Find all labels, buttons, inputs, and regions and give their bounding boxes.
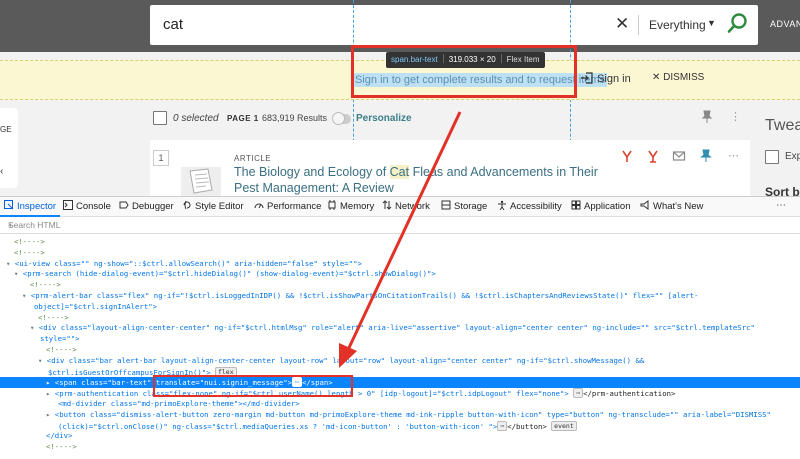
- result-title[interactable]: The Biology and Ecology of Cat Fleas and…: [234, 164, 604, 196]
- markup-line[interactable]: <md-divider class="md-primoExplore-theme…: [0, 399, 800, 410]
- sort-by-label: Sort b: [765, 185, 800, 196]
- annotation-box-element: [351, 45, 577, 98]
- markup-line[interactable]: ▾ <prm-alert-bar class="flex" ng-if="!$c…: [0, 291, 800, 302]
- select-all-checkbox[interactable]: [153, 111, 167, 125]
- dismiss-button[interactable]: ✕ DISMISS: [652, 72, 704, 83]
- pin-record-icon[interactable]: [699, 149, 713, 163]
- search-input[interactable]: cat: [163, 16, 183, 33]
- search-term-highlight: Cat: [389, 165, 410, 179]
- markup-line[interactable]: <!---->: [0, 313, 800, 324]
- markup-line[interactable]: ▾ <ui-view class="" ng-show="::$ctrl.all…: [0, 259, 800, 270]
- sign-in-icon: [581, 72, 593, 84]
- markup-line[interactable]: ▾ <div class="bar alert-bar layout-align…: [0, 356, 800, 367]
- storage-icon: [441, 200, 451, 210]
- more-options-icon[interactable]: ⋮: [730, 110, 741, 123]
- accessibility-icon: [498, 200, 506, 210]
- inspector-icon: [4, 200, 14, 210]
- network-icon: [382, 200, 392, 210]
- markup-line[interactable]: <!---->: [0, 345, 800, 356]
- markup-line[interactable]: object]="$ctrl.signInAlert">: [0, 302, 800, 313]
- html-search-field[interactable]: Search HTML +: [0, 218, 800, 234]
- markup-line[interactable]: ▸ <button class="dismiss-alert-button ze…: [0, 410, 800, 421]
- page-number: PAGE 1: [227, 114, 259, 123]
- web-page: cat ✕ Everything ▼ ADVANC Sign in to get…: [0, 0, 800, 196]
- tab-whats-new[interactable]: What's New: [640, 197, 703, 217]
- close-icon: ✕: [652, 72, 661, 83]
- left-panel-tab[interactable]: GE ‹: [0, 108, 18, 188]
- markup-line[interactable]: $ctrl.isGuestOrOffcampusForSignIn()"> fl…: [0, 366, 800, 378]
- dismiss-label: DISMISS: [663, 72, 705, 83]
- html-search-placeholder: Search HTML: [8, 220, 61, 230]
- tweak-panel-title: Tweak: [765, 117, 800, 134]
- tab-performance[interactable]: Performance: [254, 197, 321, 217]
- citation-trail-icon[interactable]: [620, 149, 634, 163]
- markup-line[interactable]: <!---->: [0, 248, 800, 259]
- memory-icon: [328, 200, 336, 210]
- more-actions-icon[interactable]: ⋯: [728, 149, 742, 163]
- selected-count: 0 selected: [173, 113, 219, 124]
- markup-line[interactable]: ▾ <prm-search (hide-dialog-event)="$ctrl…: [0, 269, 800, 280]
- performance-icon: [254, 203, 264, 209]
- tab-storage[interactable]: Storage: [441, 197, 487, 217]
- collapse-triangle-icon: ▸: [46, 409, 55, 419]
- markup-line[interactable]: <!---->: [0, 237, 800, 248]
- result-type: ARTICLE: [234, 154, 272, 163]
- devtools-toolbar: Inspector Console Debugger Style Editor …: [0, 197, 800, 217]
- clear-search-icon[interactable]: ✕: [615, 14, 629, 34]
- tab-memory[interactable]: Memory: [327, 197, 374, 217]
- chevron-icon: ‹: [0, 166, 4, 177]
- expand-triangle-icon: ▾: [30, 323, 39, 333]
- tab-style-editor[interactable]: Style Editor: [182, 197, 244, 217]
- selected-markup-line[interactable]: ▸ <span class="bar-text" translate="nui.…: [0, 377, 800, 389]
- add-node-icon[interactable]: +: [8, 220, 13, 230]
- markup-line[interactable]: (click)="$ctrl.onClose()" ng-class="$ctr…: [0, 420, 800, 432]
- annotation-box-code: [153, 375, 353, 397]
- expand-triangle-icon: ▾: [38, 355, 47, 365]
- search-icon[interactable]: [726, 12, 750, 36]
- advanced-search-link[interactable]: ADVANC: [770, 19, 800, 29]
- sign-in-label: Sign in: [597, 73, 631, 85]
- collapse-triangle-icon: ▸: [46, 378, 55, 388]
- devtools-options-icon[interactable]: ⋯: [776, 200, 786, 211]
- markup-line[interactable]: style="">: [0, 334, 800, 345]
- tab-accessibility[interactable]: Accessibility: [497, 197, 562, 217]
- tab-inspector[interactable]: Inspector: [0, 197, 61, 217]
- email-icon[interactable]: [672, 149, 686, 163]
- devtools-panel: Inspector Console Debugger Style Editor …: [0, 196, 800, 459]
- sign-in-button[interactable]: Sign in: [580, 72, 631, 85]
- tab-network[interactable]: Network: [382, 197, 430, 217]
- personalize-toggle[interactable]: [332, 112, 351, 125]
- personalize-label[interactable]: Personalize: [356, 113, 412, 124]
- article-thumbnail-icon: [181, 167, 221, 196]
- markup-line[interactable]: <!---->: [0, 280, 800, 291]
- tab-application[interactable]: Application: [571, 197, 630, 217]
- expand-triangle-icon: ▾: [6, 258, 15, 268]
- markup-line[interactable]: ▾ <div class="layout-align-center-center…: [0, 323, 800, 334]
- pin-icon[interactable]: [702, 110, 712, 124]
- expand-triangle-icon: ▾: [22, 291, 31, 300]
- search-scope-select[interactable]: Everything: [649, 18, 706, 32]
- application-icon: [571, 200, 581, 210]
- expand-checkbox[interactable]: [765, 150, 779, 164]
- expand-triangle-icon: ▾: [14, 269, 23, 279]
- tab-debugger[interactable]: Debugger: [119, 197, 174, 217]
- left-panel-label: GE: [0, 125, 12, 134]
- results-count: 683,919 Results: [262, 113, 328, 123]
- caret-down-icon[interactable]: ▼: [707, 18, 716, 28]
- result-number: 1: [153, 150, 169, 166]
- markup-line[interactable]: ▸ <prm-authentication class="flex-none" …: [0, 388, 800, 399]
- cited-by-icon[interactable]: [646, 149, 660, 163]
- event-badge[interactable]: event: [551, 420, 577, 431]
- whats-new-icon: [640, 200, 649, 210]
- search-divider: [638, 15, 639, 35]
- tab-console[interactable]: Console: [63, 197, 111, 217]
- markup-line[interactable]: <!---->: [0, 442, 800, 453]
- console-icon: [63, 200, 73, 210]
- search-box[interactable]: cat ✕ Everything ▼: [150, 5, 758, 45]
- style-editor-icon: [183, 200, 191, 210]
- collapse-triangle-icon: ▸: [46, 389, 55, 399]
- expand-label: Exp: [785, 151, 800, 162]
- markup-line[interactable]: </div>: [0, 431, 800, 442]
- debugger-icon: [119, 201, 129, 209]
